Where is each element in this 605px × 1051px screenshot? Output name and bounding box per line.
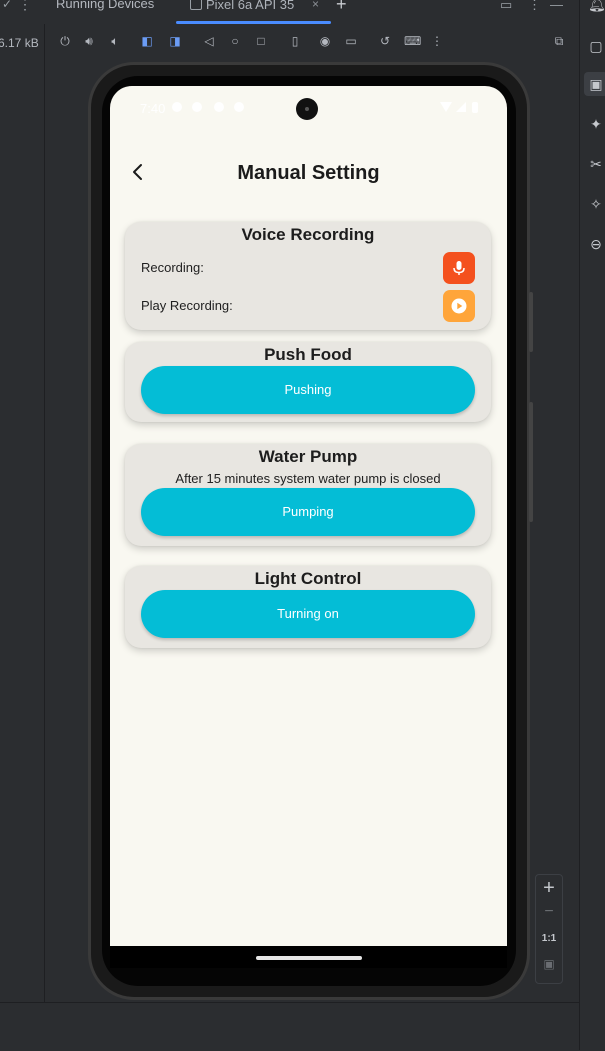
more-options-icon[interactable]: ⋮ [528,0,541,13]
voice-recording-card: Voice Recording Recording: Play Recordin… [125,222,491,330]
more-options-icon[interactable]: ⋮ [430,34,444,48]
tools-icon[interactable]: ✂ [588,156,604,172]
screenshot-icon[interactable]: ◉ [318,34,332,48]
power-icon[interactable]: ⏻ [58,34,72,48]
tab-device-label: Pixel 6a API 35 [206,0,295,12]
overview-icon[interactable]: □ [254,34,268,48]
light-control-button[interactable]: Turning on [141,590,475,638]
snapshot-icon[interactable]: ↺ [378,34,392,48]
file-size-label: 6.17 kB [0,36,39,50]
extension-icon[interactable]: ✧ [588,196,604,212]
zoom-screen-icon[interactable]: ⧉ [552,34,566,48]
emulator-toolbar: ⏻ 🔊︎ 🔈︎ ◧ ◨ ◁ ○ □ ▯ ◉ ▭ ↺ ⌨ ⋮ ⧉ [44,28,579,58]
phone-screen: 7:40 Manual Setting Voice Recording Reco… [110,86,507,946]
card-title: Voice Recording [241,225,375,244]
more-options-icon[interactable]: ⋮ [18,0,32,13]
status-icon [192,102,202,112]
zoom-out-button[interactable]: − [536,903,562,921]
page-title: Manual Setting [237,162,380,184]
water-pump-note: After 15 minutes system water pump is cl… [175,471,441,486]
record-button[interactable] [443,252,475,284]
play-recording-label: Play Recording: [141,298,233,313]
zoom-controls: + − 1:1 ▣ [535,874,563,984]
play-recording-button[interactable] [443,290,475,322]
card-title: Light Control [254,569,362,588]
status-icon [214,102,224,112]
volume-up-icon[interactable]: 🔊︎ [82,34,96,48]
rotate-left-icon[interactable]: ◧ [140,34,154,48]
zoom-actual-size-button[interactable]: 1:1 [536,933,562,944]
status-icon [172,102,182,112]
battery-icon [472,102,478,113]
volume-down-icon[interactable]: 🔈︎ [108,34,122,48]
status-time: 7:40 [140,101,166,116]
zoom-fit-icon[interactable]: ▣ [536,957,562,971]
minimize-icon[interactable]: — [550,0,563,12]
power-button[interactable] [529,292,533,352]
status-icon [234,102,244,112]
card-title: Water Pump [258,447,358,466]
active-tab-indicator [176,21,331,24]
tab-device[interactable]: Pixel 6a API 35 [190,0,294,12]
running-devices-icon[interactable]: ▣ [584,72,605,96]
wifi-icon [440,102,452,112]
light-control-card: Light Control Turning on [125,566,491,648]
left-tool-strip: ✓ ⋮ 6.17 kB [0,0,45,1002]
chevron-icon[interactable]: ✓ [2,0,12,11]
volume-rocker[interactable] [529,402,533,522]
home-icon[interactable]: ○ [228,34,242,48]
device-icon [190,0,202,10]
signal-icon [456,102,466,112]
front-camera [296,98,318,120]
push-food-card: Push Food Pushing [125,342,491,422]
close-tab-icon[interactable]: × [312,0,319,11]
rotate-right-icon[interactable]: ◨ [168,34,182,48]
device-manager-icon[interactable]: ▢ [588,38,604,54]
play-icon [451,298,467,314]
status-bar [0,1002,579,1051]
gemini-icon[interactable]: ✦ [588,116,604,132]
screen-record-icon[interactable]: ▭ [344,34,358,48]
add-tab-icon[interactable]: + [336,0,347,15]
keyboard-icon[interactable]: ⌨ [404,34,421,48]
device-settings-icon[interactable]: ▯ [288,34,302,48]
card-title: Push Food [264,345,352,364]
water-pump-button[interactable]: Pumping [141,488,475,536]
tool-window-tabbar: Running Devices Pixel 6a API 35 × + ▭ ⋮ … [44,0,579,24]
recording-label: Recording: [141,260,204,275]
zoom-in-button[interactable]: + [536,877,562,900]
microphone-icon [453,261,465,275]
tab-running-devices[interactable]: Running Devices [56,0,154,11]
water-pump-card: Water Pump After 15 minutes system water… [125,444,491,546]
layout-icon[interactable]: ▭ [500,0,512,13]
link-icon[interactable]: ⊖ [588,236,604,252]
notifications-icon[interactable]: 🔔︎ [588,0,605,12]
right-tool-strip: 🔔︎ ▢ ▣ ✦ ✂ ✧ ⊖ [579,0,605,1050]
home-gesture-bar[interactable] [256,956,362,960]
back-icon[interactable]: ◁ [202,34,216,48]
push-food-button[interactable]: Pushing [141,366,475,414]
